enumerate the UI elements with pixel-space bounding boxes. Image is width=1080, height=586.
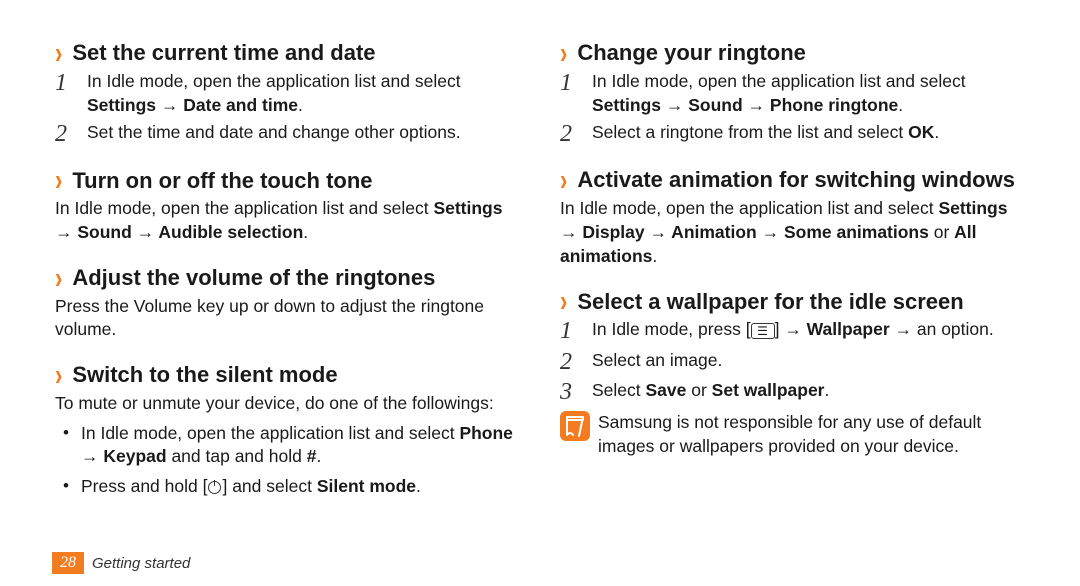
page-footer: 28 Getting started bbox=[52, 552, 190, 574]
heading-text: Select a wallpaper for the idle screen bbox=[577, 289, 963, 314]
heading-text: Turn on or off the touch tone bbox=[72, 168, 372, 193]
text: In Idle mode, open the application list … bbox=[55, 198, 433, 218]
left-column: › Set the current time and date 1 In Idl… bbox=[30, 10, 540, 586]
step-number: 1 bbox=[55, 70, 87, 96]
step-number: 2 bbox=[560, 121, 592, 147]
text: In Idle mode, open the application list … bbox=[81, 423, 459, 443]
chevron-right-icon: › bbox=[55, 357, 62, 393]
text: In Idle mode, open the application list … bbox=[592, 71, 966, 91]
chevron-right-icon: › bbox=[55, 35, 62, 71]
bold-path: Settings → Sound → Phone ringtone bbox=[592, 95, 898, 115]
step-number: 2 bbox=[560, 349, 592, 375]
note-icon bbox=[560, 411, 590, 441]
step-number: 2 bbox=[55, 121, 87, 147]
paragraph: In Idle mode, open the application list … bbox=[560, 197, 1025, 268]
bold-set-wallpaper: Set wallpaper bbox=[712, 380, 825, 400]
bold-path: Settings → Date and time bbox=[87, 95, 298, 115]
chevron-right-icon: › bbox=[560, 283, 567, 319]
text: . bbox=[316, 446, 321, 466]
heading-select-wallpaper: › Select a wallpaper for the idle screen bbox=[560, 288, 1025, 314]
heading-text: Set the current time and date bbox=[72, 40, 375, 65]
step: 2 Select a ringtone from the list and se… bbox=[560, 121, 1025, 147]
text: In Idle mode, open the application list … bbox=[87, 71, 461, 91]
text: . bbox=[825, 380, 830, 400]
bold-mode: Silent mode bbox=[317, 476, 416, 496]
step-text: Select an image. bbox=[592, 349, 722, 373]
heading-activate-animation: › Activate animation for switching windo… bbox=[560, 167, 1025, 193]
text: . bbox=[652, 246, 657, 266]
chevron-right-icon: › bbox=[560, 162, 567, 198]
text: . bbox=[298, 95, 303, 115]
step-number: 1 bbox=[560, 318, 592, 344]
step: 1 In Idle mode, press [☰] → Wallpaper → … bbox=[560, 318, 1025, 344]
step-text: In Idle mode, press [☰] → Wallpaper → an… bbox=[592, 318, 994, 342]
text: Press and hold [ bbox=[81, 476, 207, 496]
bold-key: # bbox=[307, 446, 317, 466]
heading-text: Adjust the volume of the ringtones bbox=[72, 265, 435, 290]
text: and tap and hold bbox=[167, 446, 307, 466]
paragraph: To mute or unmute your device, do one of… bbox=[55, 392, 520, 416]
text: In Idle mode, open the application list … bbox=[560, 198, 938, 218]
text: or bbox=[686, 380, 711, 400]
bold-save: Save bbox=[646, 380, 687, 400]
bullet-item: • In Idle mode, open the application lis… bbox=[63, 422, 520, 469]
section-name: Getting started bbox=[92, 555, 190, 572]
heading-adjust-volume: › Adjust the volume of the ringtones bbox=[55, 265, 520, 291]
bullet-icon: • bbox=[63, 475, 81, 497]
bullet-text: Press and hold [ ] and select Silent mode… bbox=[81, 475, 421, 499]
step: 2 Select an image. bbox=[560, 349, 1025, 375]
page-number-badge: 28 bbox=[52, 552, 84, 574]
right-column: › Change your ringtone 1 In Idle mode, o… bbox=[540, 10, 1050, 586]
menu-key-icon: ☰ bbox=[751, 323, 775, 339]
text: Select bbox=[592, 380, 646, 400]
bullet-text: In Idle mode, open the application list … bbox=[81, 422, 520, 469]
power-icon bbox=[208, 481, 221, 494]
paragraph: In Idle mode, open the application list … bbox=[55, 197, 520, 244]
text: or bbox=[929, 222, 954, 242]
step-number: 3 bbox=[560, 379, 592, 405]
text: Select a ringtone from the list and sele… bbox=[592, 122, 908, 142]
text: . bbox=[934, 122, 939, 142]
step-text: Select Save or Set wallpaper. bbox=[592, 379, 829, 403]
note: Samsung is not responsible for any use o… bbox=[560, 411, 1025, 458]
text: ] and select bbox=[222, 476, 316, 496]
bold-wallpaper: Wallpaper bbox=[807, 319, 890, 339]
step-text: Set the time and date and change other o… bbox=[87, 121, 461, 145]
heading-change-ringtone: › Change your ringtone bbox=[560, 40, 1025, 66]
step-text: Select a ringtone from the list and sele… bbox=[592, 121, 939, 145]
step-number: 1 bbox=[560, 70, 592, 96]
heading-silent-mode: › Switch to the silent mode bbox=[55, 362, 520, 388]
heading-touch-tone: › Turn on or off the touch tone bbox=[55, 167, 520, 193]
chevron-right-icon: › bbox=[55, 162, 62, 198]
step: 1 In Idle mode, open the application lis… bbox=[560, 70, 1025, 117]
text: . bbox=[898, 95, 903, 115]
step: 3 Select Save or Set wallpaper. bbox=[560, 379, 1025, 405]
manual-page: › Set the current time and date 1 In Idl… bbox=[0, 0, 1080, 586]
step-text: In Idle mode, open the application list … bbox=[87, 70, 520, 117]
paragraph: Press the Volume key up or down to adjus… bbox=[55, 295, 520, 342]
heading-set-time: › Set the current time and date bbox=[55, 40, 520, 66]
bullet-icon: • bbox=[63, 422, 81, 444]
heading-text: Change your ringtone bbox=[577, 40, 806, 65]
step-text: In Idle mode, open the application list … bbox=[592, 70, 1025, 117]
text: ] → bbox=[775, 319, 807, 339]
heading-text: Switch to the silent mode bbox=[72, 362, 337, 387]
bold-ok: OK bbox=[908, 122, 934, 142]
chevron-right-icon: › bbox=[560, 35, 567, 71]
step: 2 Set the time and date and change other… bbox=[55, 121, 520, 147]
bullet-item: • Press and hold [ ] and select Silent mo… bbox=[63, 475, 520, 499]
text: → an option. bbox=[890, 319, 994, 339]
text: . bbox=[303, 222, 308, 242]
chevron-right-icon: › bbox=[55, 259, 62, 295]
text: In Idle mode, press [ bbox=[592, 319, 751, 339]
heading-text: Activate animation for switching windows bbox=[577, 167, 1015, 192]
text: . bbox=[416, 476, 421, 496]
note-text: Samsung is not responsible for any use o… bbox=[598, 411, 1025, 458]
step: 1 In Idle mode, open the application lis… bbox=[55, 70, 520, 117]
